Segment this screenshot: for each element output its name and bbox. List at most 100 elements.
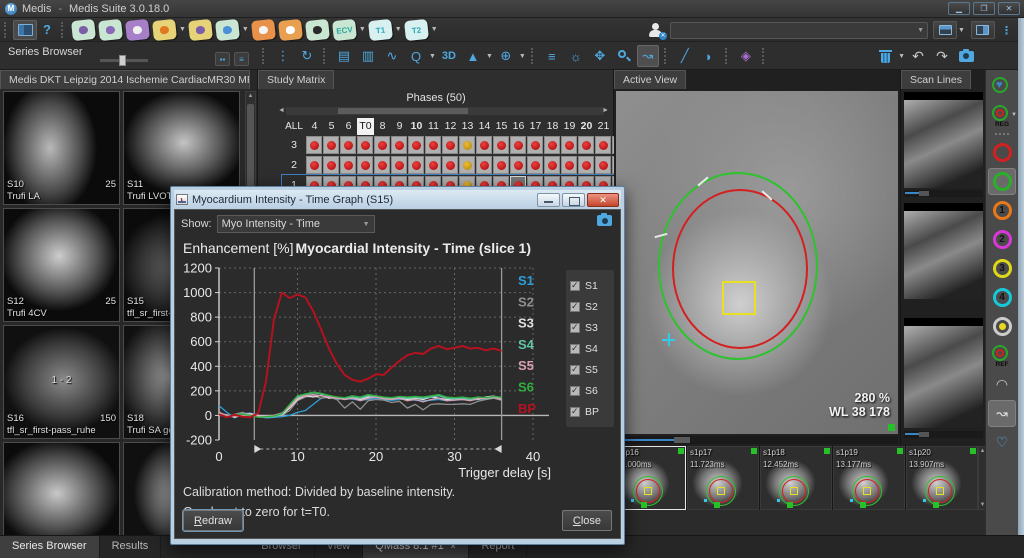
filmstrip-view-icon[interactable]: ▥ xyxy=(357,45,379,67)
analysis-wizard-icon[interactable]: ▲ xyxy=(462,45,484,67)
matrix-column-header[interactable]: 18 xyxy=(544,118,561,135)
filmstrip-thumbnail[interactable]: s1p2013.907ms xyxy=(906,446,978,510)
app-icon-strain[interactable] xyxy=(125,18,150,40)
roi-2-icon[interactable]: 2 xyxy=(988,226,1016,253)
matrix-column-header[interactable]: 17 xyxy=(527,118,544,135)
matrix-row-header[interactable]: 3 xyxy=(282,139,306,151)
app-icon-function[interactable] xyxy=(71,18,96,40)
matrix-cell[interactable] xyxy=(442,136,458,154)
endocardial-contour[interactable] xyxy=(672,189,808,349)
scan-line-scrollbar[interactable] xyxy=(904,431,983,438)
epi-contour-icon[interactable] xyxy=(988,168,1016,195)
matrix-cell[interactable] xyxy=(340,156,356,174)
study-tab[interactable]: Medis DKT Leipzig 2014 Ischemie CardiacM… xyxy=(0,70,250,89)
roi-square[interactable] xyxy=(722,281,756,315)
edit-points-icon[interactable]: ↝ xyxy=(988,400,1016,427)
dialog-close-icon[interactable]: ✕ xyxy=(587,193,619,207)
chevron-down-icon[interactable]: ▼ xyxy=(486,53,493,60)
toolbar-grip[interactable] xyxy=(262,48,267,64)
qmass-menu-icon[interactable]: Q xyxy=(405,45,427,67)
region-tool-icon[interactable]: ◗ xyxy=(698,45,720,67)
series-thumbnail[interactable]: S10Trufi LA25 xyxy=(3,91,120,205)
series-thumbnail[interactable]: S16tfl_sr_first-pass_ruhe1501 - 2 xyxy=(3,325,120,439)
phases-scroll-left-icon[interactable]: ◄ xyxy=(278,107,285,114)
app-icon-t1[interactable]: T1 xyxy=(368,18,393,40)
snapshot-icon[interactable] xyxy=(597,215,612,226)
stack-browse-icon[interactable]: ≡ xyxy=(541,45,563,67)
matrix-cell[interactable] xyxy=(323,156,339,174)
undo-button[interactable]: ↶ xyxy=(907,45,929,67)
matrix-column-header[interactable]: 21 xyxy=(595,118,612,135)
snapshot-button[interactable] xyxy=(955,45,977,67)
matrix-cell[interactable] xyxy=(391,156,407,174)
session-combobox[interactable]: ▼ xyxy=(670,22,928,39)
active-view-tab[interactable]: Active View xyxy=(614,70,686,89)
matrix-cell[interactable] xyxy=(561,156,577,174)
chevron-down-icon[interactable]: ▼ xyxy=(898,53,905,60)
app-icon-t2[interactable]: T2 xyxy=(404,18,429,40)
matrix-cell[interactable] xyxy=(476,156,492,174)
edit-contour-icon[interactable]: ↝ xyxy=(637,45,659,67)
series-thumbnail[interactable] xyxy=(3,442,120,535)
roi-4-icon[interactable]: 4 xyxy=(988,284,1016,311)
scan-line-view[interactable] xyxy=(904,318,983,428)
magnify-icon[interactable] xyxy=(613,45,635,67)
matrix-column-header[interactable]: 14 xyxy=(476,118,493,135)
matrix-column-header[interactable]: T0 xyxy=(357,118,374,135)
series-toggle-s5[interactable]: S5 xyxy=(570,359,610,380)
matrix-column-header[interactable]: 5 xyxy=(323,118,340,135)
dialog-minimize-icon[interactable] xyxy=(537,193,560,207)
app-icon-review[interactable] xyxy=(305,18,330,40)
matrix-cell[interactable] xyxy=(357,156,373,174)
matrix-column-header[interactable]: 9 xyxy=(391,118,408,135)
matrix-cell[interactable] xyxy=(578,156,594,174)
matrix-cell[interactable] xyxy=(544,156,560,174)
chevron-down-icon[interactable]: ▼ xyxy=(395,26,402,33)
matrix-column-header[interactable]: 11 xyxy=(425,118,442,135)
matrix-column-header[interactable]: 19 xyxy=(561,118,578,135)
overflow-menu-icon[interactable]: ⋮ xyxy=(1001,24,1012,37)
chevron-down-icon[interactable]: ▼ xyxy=(242,26,249,33)
matrix-column-header[interactable]: 4 xyxy=(306,118,323,135)
close-icon[interactable]: ✕ xyxy=(998,2,1020,15)
app-icon-perfusion[interactable] xyxy=(98,18,123,40)
matrix-cell[interactable] xyxy=(595,156,611,174)
minimize-icon[interactable]: ▁ xyxy=(948,2,970,15)
matrix-cell[interactable] xyxy=(459,136,475,154)
layout-button[interactable] xyxy=(933,21,957,39)
matrix-column-header[interactable]: ALL xyxy=(282,118,306,135)
dashed-contour-icon[interactable]: ♡ xyxy=(988,429,1016,456)
matrix-cell[interactable] xyxy=(561,136,577,154)
redo-button[interactable]: ↷ xyxy=(931,45,953,67)
series-browser-toggle-button[interactable] xyxy=(13,20,37,40)
reference-icon[interactable]: REF xyxy=(988,342,1016,369)
toolbar-grip[interactable] xyxy=(4,22,9,38)
registration-icon[interactable]: REG▼ xyxy=(988,102,1016,129)
toolbar-menu-icon[interactable]: ⋮ xyxy=(272,45,294,67)
toolbar-grip[interactable] xyxy=(531,48,536,64)
pan-icon[interactable]: ✥ xyxy=(589,45,611,67)
matrix-cell[interactable] xyxy=(459,156,475,174)
matrix-cell[interactable] xyxy=(408,136,424,154)
series-toggle-s6[interactable]: S6 xyxy=(570,380,610,401)
app-icon-qflow[interactable] xyxy=(215,18,240,40)
phases-scroll-right-icon[interactable]: ► xyxy=(602,107,609,114)
matrix-cell[interactable] xyxy=(374,136,390,154)
app-icon-ecv[interactable]: ECV xyxy=(332,18,357,40)
chevron-down-icon[interactable]: ▼ xyxy=(519,53,526,60)
matrix-cell[interactable] xyxy=(340,136,356,154)
matrix-cell[interactable] xyxy=(408,156,424,174)
matrix-cell[interactable] xyxy=(442,156,458,174)
matrix-cell[interactable] xyxy=(374,156,390,174)
endo-contour-icon[interactable] xyxy=(988,139,1016,166)
matrix-cell[interactable] xyxy=(323,136,339,154)
study-matrix-icon[interactable]: ▤ xyxy=(333,45,355,67)
matrix-column-header[interactable]: 6 xyxy=(340,118,357,135)
chevron-down-icon[interactable]: ▼ xyxy=(429,53,436,60)
app-icon-qmass[interactable] xyxy=(188,18,213,40)
active-view-image[interactable]: 280 % WL 38 178 xyxy=(616,91,898,434)
scan-line-scrollbar[interactable] xyxy=(904,190,983,197)
dialog-titlebar[interactable]: Myocardium Intensity - Time Graph (S15) … xyxy=(174,190,621,209)
matrix-cell[interactable] xyxy=(595,136,611,154)
matrix-cell[interactable] xyxy=(510,156,526,174)
